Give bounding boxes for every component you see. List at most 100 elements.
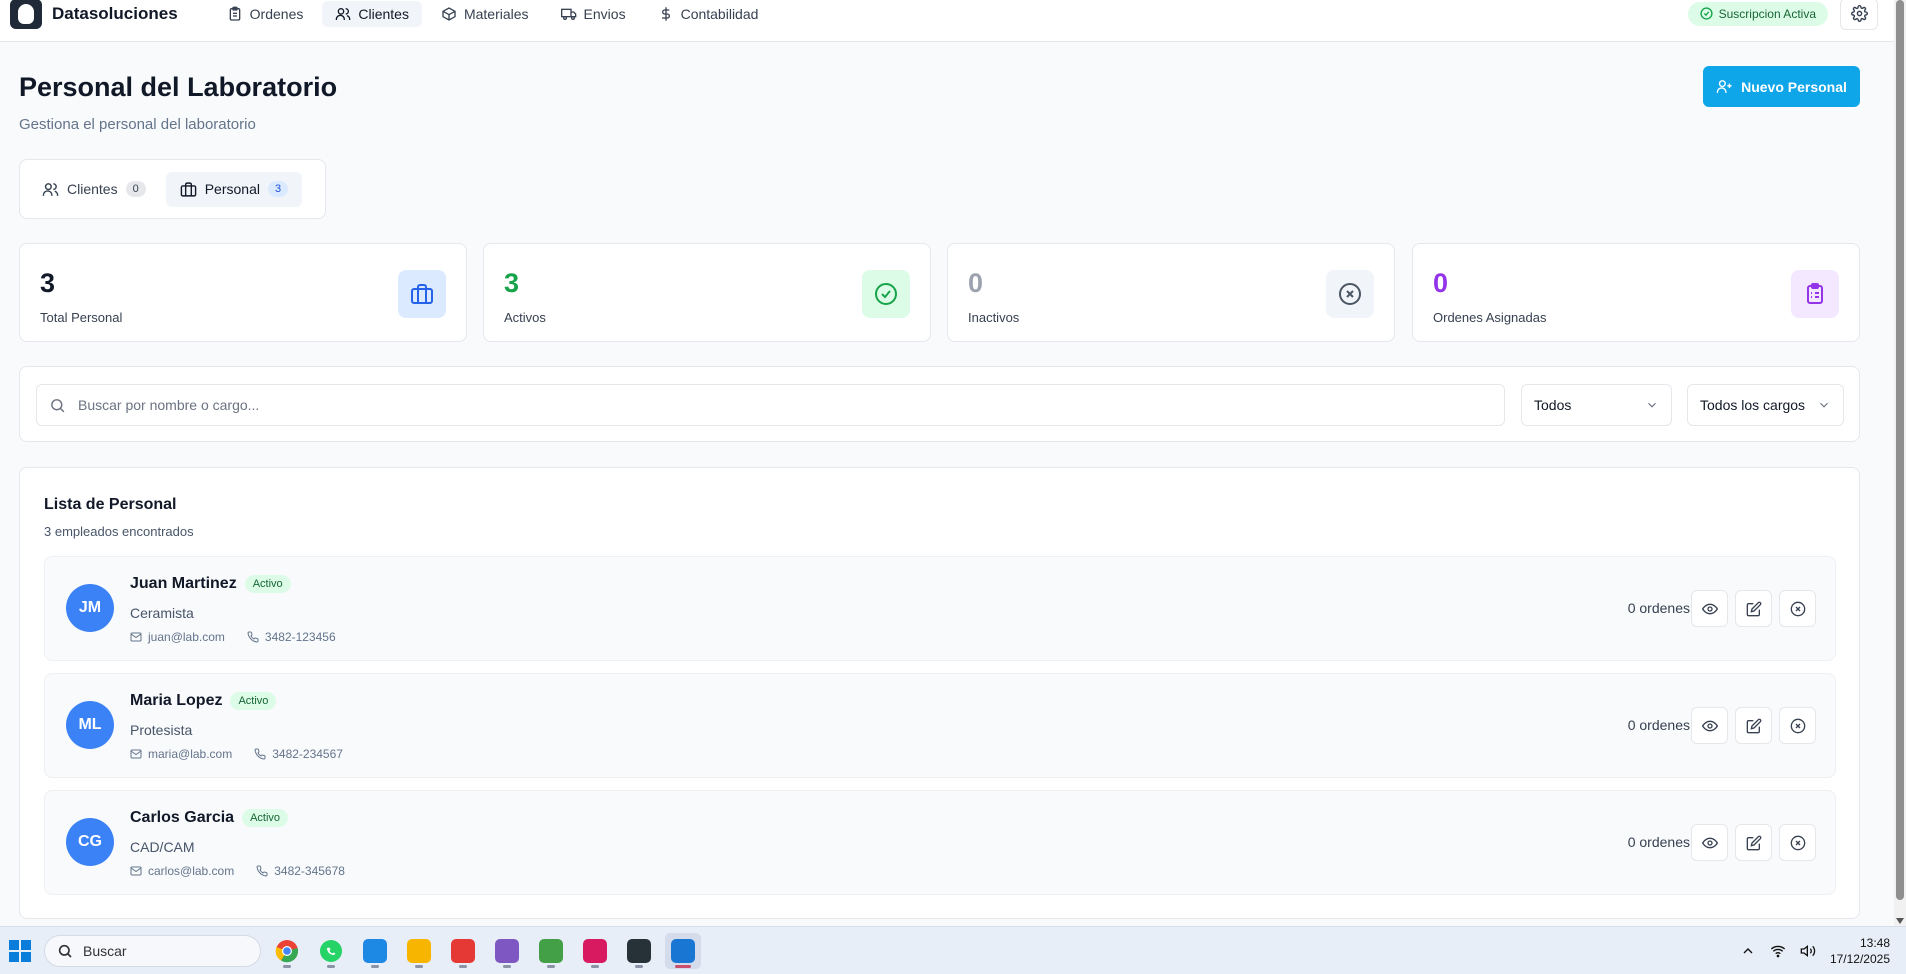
stat-label: Ordenes Asignadas	[1433, 310, 1547, 325]
search-icon	[58, 944, 72, 958]
filter-bar: Todos Todos los cargos	[19, 366, 1860, 442]
eye-icon	[1701, 720, 1718, 731]
tab-personal[interactable]: Personal 3	[165, 171, 303, 207]
volume-icon[interactable]	[1800, 943, 1816, 959]
mail-icon	[130, 749, 142, 759]
deactivate-button[interactable]	[1779, 707, 1816, 744]
page-scrollbar[interactable]	[1894, 0, 1906, 926]
x-circle-icon	[1790, 601, 1805, 616]
phone-icon	[247, 631, 259, 643]
stat-label: Activos	[504, 310, 546, 325]
brand-name: Datasoluciones	[52, 3, 178, 23]
taskbar-app-whatsapp[interactable]	[313, 933, 349, 969]
staff-contact: juan@lab.com 3482-123456	[130, 630, 336, 644]
users-icon	[42, 182, 59, 196]
check-circle-icon	[1700, 7, 1713, 20]
briefcase-icon	[180, 181, 197, 197]
user-plus-icon	[1716, 80, 1732, 93]
staff-name-line: Juan Martinez Activo	[130, 575, 291, 593]
users-icon	[336, 7, 351, 20]
stat-card-total: 3 Total Personal	[19, 243, 467, 342]
staff-email: juan@lab.com	[148, 630, 225, 644]
stat-label: Total Personal	[40, 310, 123, 325]
staff-orders-count: 0 ordenes	[1627, 600, 1690, 616]
view-button[interactable]	[1691, 590, 1728, 627]
windows-start-icon[interactable]	[9, 939, 31, 962]
staff-name-line: Maria Lopez Activo	[130, 692, 277, 710]
deactivate-button[interactable]	[1779, 824, 1816, 861]
staff-row[interactable]: CG Carlos Garcia Activo CAD/CAM carlos@l…	[44, 790, 1836, 895]
folder-icon	[407, 938, 431, 963]
staff-phone: 3482-123456	[264, 630, 336, 644]
nav-link-materiales[interactable]: Materiales	[428, 1, 542, 27]
search-box[interactable]	[36, 384, 1505, 426]
view-button[interactable]	[1691, 824, 1728, 861]
search-input[interactable]	[78, 397, 1478, 413]
status-filter-select[interactable]: Todos	[1521, 384, 1672, 426]
terminal-icon	[627, 938, 651, 963]
subscription-badge: Suscripcion Activa	[1687, 1, 1828, 26]
staff-contact: carlos@lab.com 3482-345678	[130, 864, 345, 878]
taskbar-app-chrome[interactable]	[269, 933, 305, 969]
edit-button[interactable]	[1735, 590, 1772, 627]
taskbar-app-visual-studio[interactable]	[489, 933, 525, 969]
taskbar-app-terminal[interactable]	[621, 933, 657, 969]
phone-icon	[256, 865, 268, 877]
chevron-up-icon[interactable]	[1740, 943, 1756, 959]
taskbar-app-notepad[interactable]	[357, 933, 393, 969]
edit-button[interactable]	[1735, 707, 1772, 744]
clipboard-icon	[229, 6, 240, 21]
view-button[interactable]	[1691, 707, 1728, 744]
x-circle-icon	[1790, 718, 1805, 733]
nav-link-ordenes[interactable]: Ordenes	[214, 1, 317, 27]
list-subtitle: 3 empleados encontrados	[44, 524, 194, 539]
wifi-icon[interactable]	[1770, 943, 1786, 959]
taskbar-app-charts[interactable]	[533, 933, 569, 969]
scrollbar-thumb[interactable]	[1896, 0, 1904, 900]
tab-count-badge: 3	[267, 181, 289, 197]
staff-row[interactable]: JM Juan Martinez Activo Ceramista juan@l…	[44, 556, 1836, 661]
edit-button[interactable]	[1735, 824, 1772, 861]
deactivate-button[interactable]	[1779, 590, 1816, 627]
taskbar-clock[interactable]: 13:48 17/12/2025	[1830, 935, 1890, 967]
brand[interactable]: Datasoluciones	[10, 0, 178, 29]
mail-icon	[130, 866, 142, 876]
new-staff-button[interactable]: Nuevo Personal	[1703, 66, 1860, 107]
edit-icon	[1746, 718, 1761, 733]
taskbar-apps	[269, 932, 701, 969]
nav-link-label: Contabilidad	[680, 5, 759, 22]
nav-link-envios[interactable]: Envios	[548, 1, 639, 27]
eye-icon	[1701, 603, 1718, 614]
nav-link-clientes[interactable]: Clientes	[322, 0, 422, 27]
section-tabs: Clientes 0 Personal 3	[19, 159, 326, 219]
page-subtitle: Gestiona el personal del laboratorio	[19, 116, 256, 133]
nav-link-label: Materiales	[463, 5, 529, 22]
taskbar-app-intellij[interactable]	[577, 933, 613, 969]
staff-row[interactable]: ML Maria Lopez Activo Protesista maria@l…	[44, 673, 1836, 778]
taskbar-app-snipping[interactable]	[445, 933, 481, 969]
nav-link-label: Envios	[583, 5, 626, 22]
staff-name-line: Carlos Garcia Activo	[130, 809, 289, 827]
settings-button[interactable]	[1840, 0, 1878, 30]
role-filter-value: Todos los cargos	[1700, 397, 1806, 413]
check-circle-icon	[875, 283, 897, 305]
os-taskbar: Buscar 13:48 17/12/2025	[0, 926, 1906, 974]
eye-icon	[1701, 837, 1718, 848]
staff-role: Ceramista	[130, 605, 194, 621]
tab-clientes[interactable]: Clientes 0	[28, 172, 160, 207]
staff-orders-count: 0 ordenes	[1627, 834, 1690, 850]
taskbar-search[interactable]: Buscar	[44, 934, 261, 967]
nav-link-contabilidad[interactable]: Contabilidad	[645, 1, 772, 27]
staff-contact: maria@lab.com 3482-234567	[130, 747, 343, 761]
taskbar-app-photos[interactable]	[665, 932, 701, 969]
scroll-down-arrow-icon[interactable]	[1896, 918, 1904, 924]
role-filter-select[interactable]: Todos los cargos	[1687, 384, 1844, 426]
taskbar-app-explorer[interactable]	[401, 933, 437, 969]
box-icon	[442, 6, 456, 21]
x-circle-icon	[1339, 283, 1361, 305]
clock-time: 13:48	[1859, 935, 1890, 950]
stat-value: 0	[968, 268, 984, 298]
stat-icon-box	[862, 270, 910, 318]
status-filter-value: Todos	[1534, 397, 1572, 413]
briefcase-icon	[411, 284, 433, 304]
